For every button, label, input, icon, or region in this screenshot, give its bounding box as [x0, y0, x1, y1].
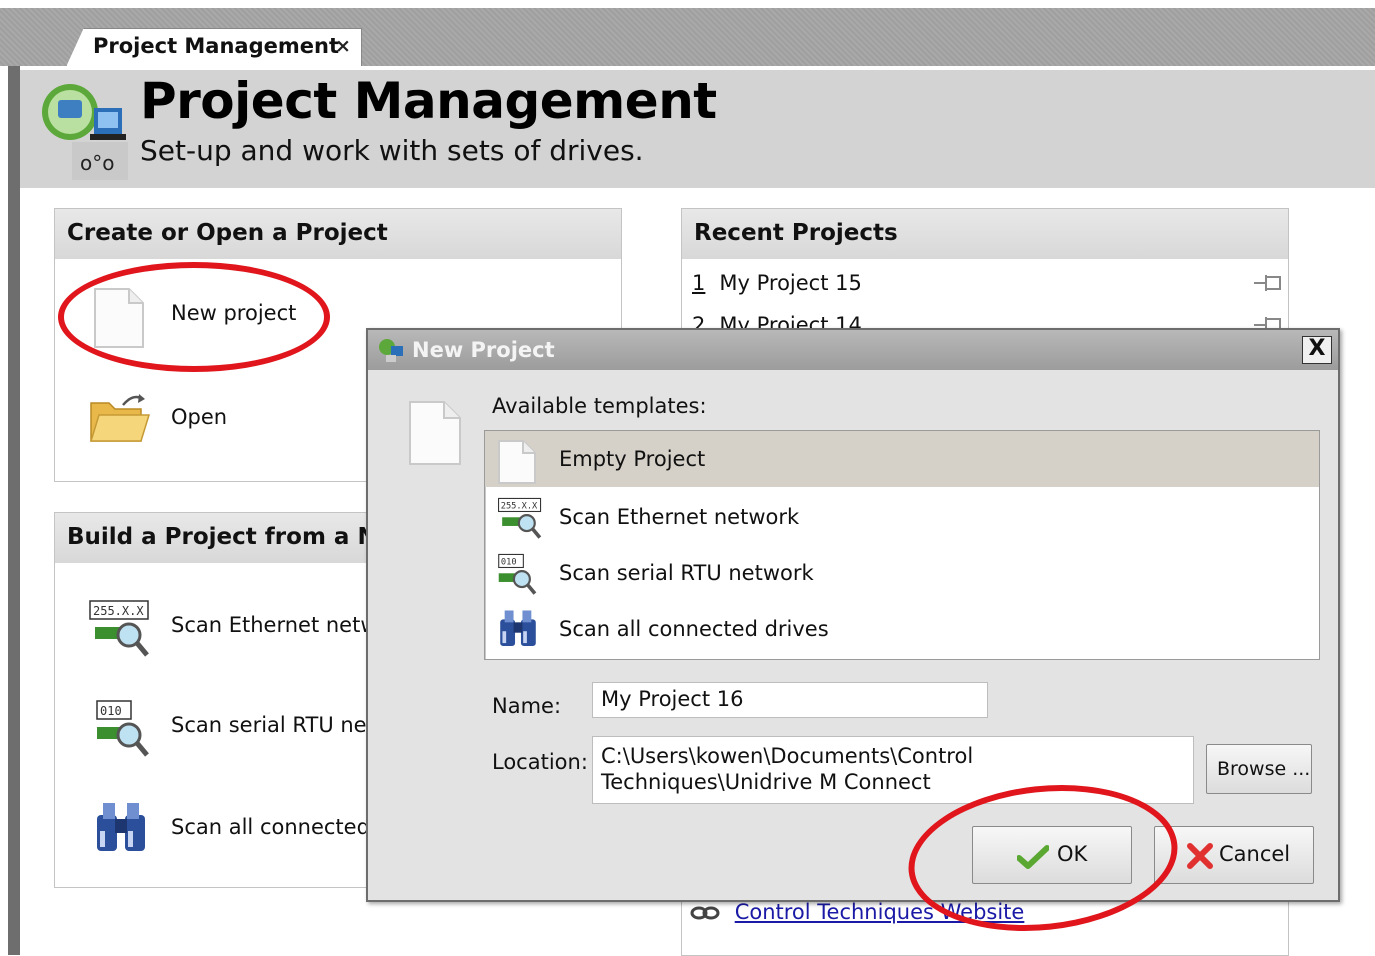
- svg-text:255.X.X: 255.X.X: [501, 502, 538, 512]
- svg-text:010: 010: [501, 558, 517, 568]
- scan-serial-label: Scan serial RTU net: [171, 713, 375, 737]
- template-scan-ethernet[interactable]: 255.X.X Scan Ethernet network: [485, 489, 1319, 545]
- template-label: Empty Project: [559, 447, 706, 471]
- document-icon: [498, 440, 536, 484]
- annotation-circle-new-project: [58, 262, 330, 372]
- scan-serial-link[interactable]: 010 Scan serial RTU net: [95, 699, 395, 759]
- dialog-app-icon: [379, 339, 403, 362]
- templates-label: Available templates:: [492, 394, 707, 418]
- binoculars-icon: [500, 610, 536, 647]
- tab-close-button[interactable]: ×: [335, 35, 351, 57]
- scan-ethernet-label: Scan Ethernet netw: [171, 613, 378, 637]
- tab-project-management[interactable]: Project Management ×: [66, 28, 362, 67]
- template-scan-serial[interactable]: 010 Scan serial RTU network: [485, 545, 1319, 601]
- template-label: Scan all connected drives: [559, 617, 829, 641]
- cancel-button[interactable]: Cancel: [1154, 826, 1314, 884]
- template-label: Scan Ethernet network: [559, 505, 800, 529]
- cancel-label: Cancel: [1219, 842, 1291, 866]
- location-label: Location:: [492, 750, 588, 774]
- svg-text:255.X.X: 255.X.X: [93, 604, 144, 618]
- folder-open-icon: [89, 394, 151, 442]
- template-empty-project[interactable]: Empty Project: [485, 431, 1319, 487]
- panel-title: Build a Project from a Ne: [67, 524, 393, 550]
- serial-scan-icon: 010: [96, 700, 149, 757]
- svg-text:010: 010: [100, 704, 122, 718]
- panel-header: Create or Open a Project: [55, 209, 621, 259]
- new-project-dialog: New Project X Available templates: Empty…: [366, 328, 1340, 902]
- serial-scan-icon: 010: [498, 553, 537, 595]
- pin-icon[interactable]: [1252, 273, 1284, 293]
- browse-button[interactable]: Browse ...: [1206, 744, 1312, 794]
- ethernet-scan-icon: 255.X.X: [89, 600, 149, 657]
- page-title: Project Management: [140, 72, 717, 130]
- panel-header: Recent Projects: [682, 209, 1288, 259]
- open-link[interactable]: Open: [89, 391, 289, 451]
- binoculars-icon: [97, 803, 145, 851]
- svg-text:o°o: o°o: [80, 151, 114, 175]
- recent-project-name: My Project 15: [719, 271, 862, 295]
- template-label: Scan serial RTU network: [559, 561, 814, 585]
- dialog-titlebar[interactable]: New Project X: [368, 330, 1338, 370]
- recent-project-item[interactable]: 1 My Project 15: [692, 271, 1281, 303]
- tab-label: Project Management: [93, 34, 339, 58]
- project-management-icon: o°o: [38, 82, 138, 182]
- recent-project-number: 1: [692, 271, 706, 295]
- link-icon: [690, 906, 720, 920]
- ethernet-scan-icon: 255.X.X: [498, 497, 542, 539]
- scan-all-label: Scan all connected d: [171, 815, 390, 839]
- cancel-x-icon: [1187, 843, 1213, 869]
- page-subtitle: Set-up and work with sets of drives.: [140, 134, 644, 167]
- document-icon: [409, 401, 461, 465]
- name-label: Name:: [492, 694, 562, 718]
- template-scan-all[interactable]: Scan all connected drives: [485, 601, 1319, 657]
- panel-title: Recent Projects: [694, 220, 898, 246]
- dialog-close-button[interactable]: X: [1302, 336, 1332, 364]
- scan-all-link[interactable]: Scan all connected d: [93, 801, 393, 861]
- templates-list[interactable]: Empty Project 255.X.X Scan Ethernet netw…: [484, 430, 1320, 660]
- scan-ethernet-link[interactable]: 255.X.X Scan Ethernet netw: [89, 599, 389, 659]
- top-border: [0, 0, 1375, 8]
- open-label: Open: [171, 405, 228, 429]
- dialog-title: New Project: [412, 338, 555, 362]
- name-input[interactable]: My Project 16: [592, 682, 988, 718]
- panel-title: Create or Open a Project: [67, 220, 388, 246]
